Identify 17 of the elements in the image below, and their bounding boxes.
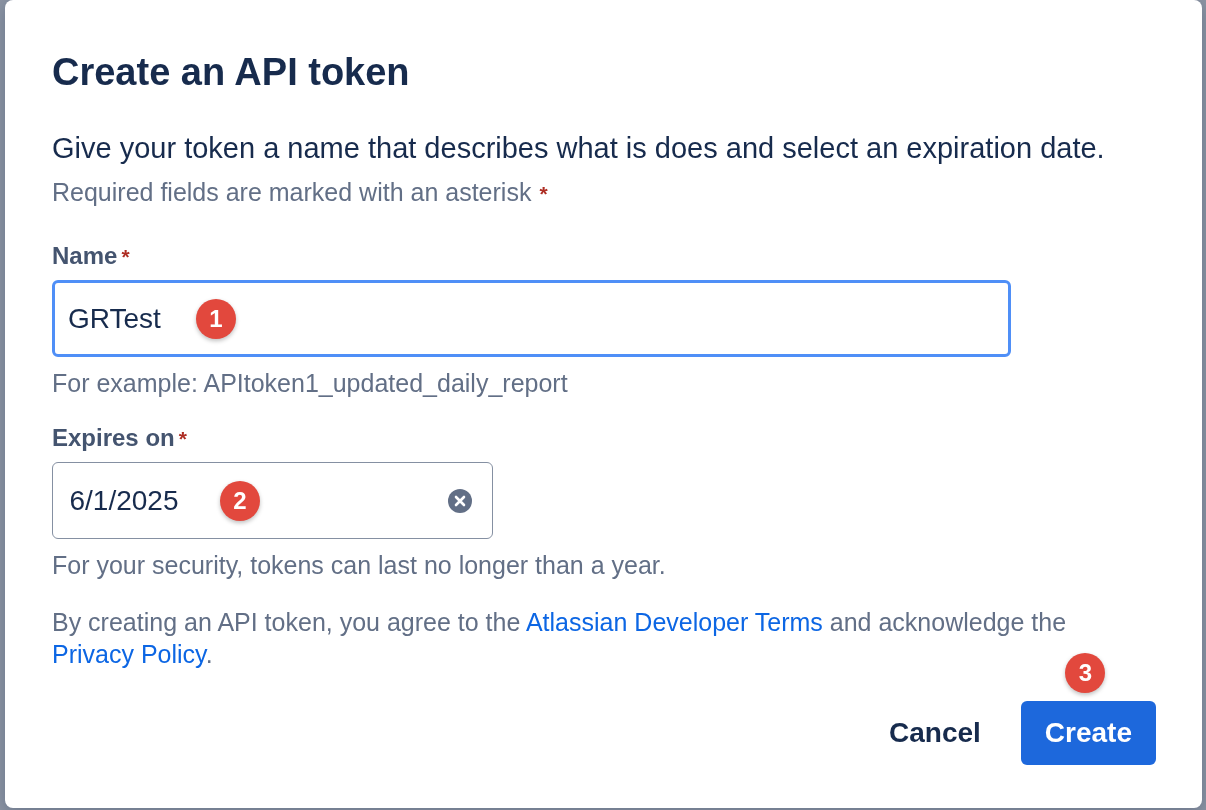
field-label: Name bbox=[52, 242, 118, 270]
helper-text: For your security, tokens can last no longer than a year. bbox=[52, 551, 667, 579]
required-asterisk: * bbox=[539, 181, 548, 207]
step-badge: 3 bbox=[1065, 653, 1106, 693]
required-asterisk: * bbox=[121, 244, 130, 270]
dialog-title: Create an API token bbox=[52, 50, 411, 94]
terms-text: By creating an API token, you agree to the Atlassian Developer Terms and acknowledge the Privacy Policy. bbox=[52, 607, 1068, 670]
required-note: Required fields are marked with an asterisk bbox=[52, 178, 532, 206]
field-label: Expires on bbox=[52, 424, 175, 452]
terms-link[interactable]: Privacy Policy bbox=[52, 640, 206, 668]
required-asterisk: * bbox=[178, 426, 187, 452]
cancel-button[interactable]: Cancel bbox=[877, 701, 993, 765]
clear-icon[interactable] bbox=[448, 488, 472, 513]
helper-text: For example: APItoken1_updated_daily_report bbox=[52, 369, 569, 397]
terms-link[interactable]: Atlassian Developer Terms bbox=[525, 608, 823, 636]
create-button[interactable]: Create bbox=[1020, 701, 1156, 765]
dialog-description: Give your token a name that describes what is does and select an expiration date. bbox=[52, 132, 1106, 164]
